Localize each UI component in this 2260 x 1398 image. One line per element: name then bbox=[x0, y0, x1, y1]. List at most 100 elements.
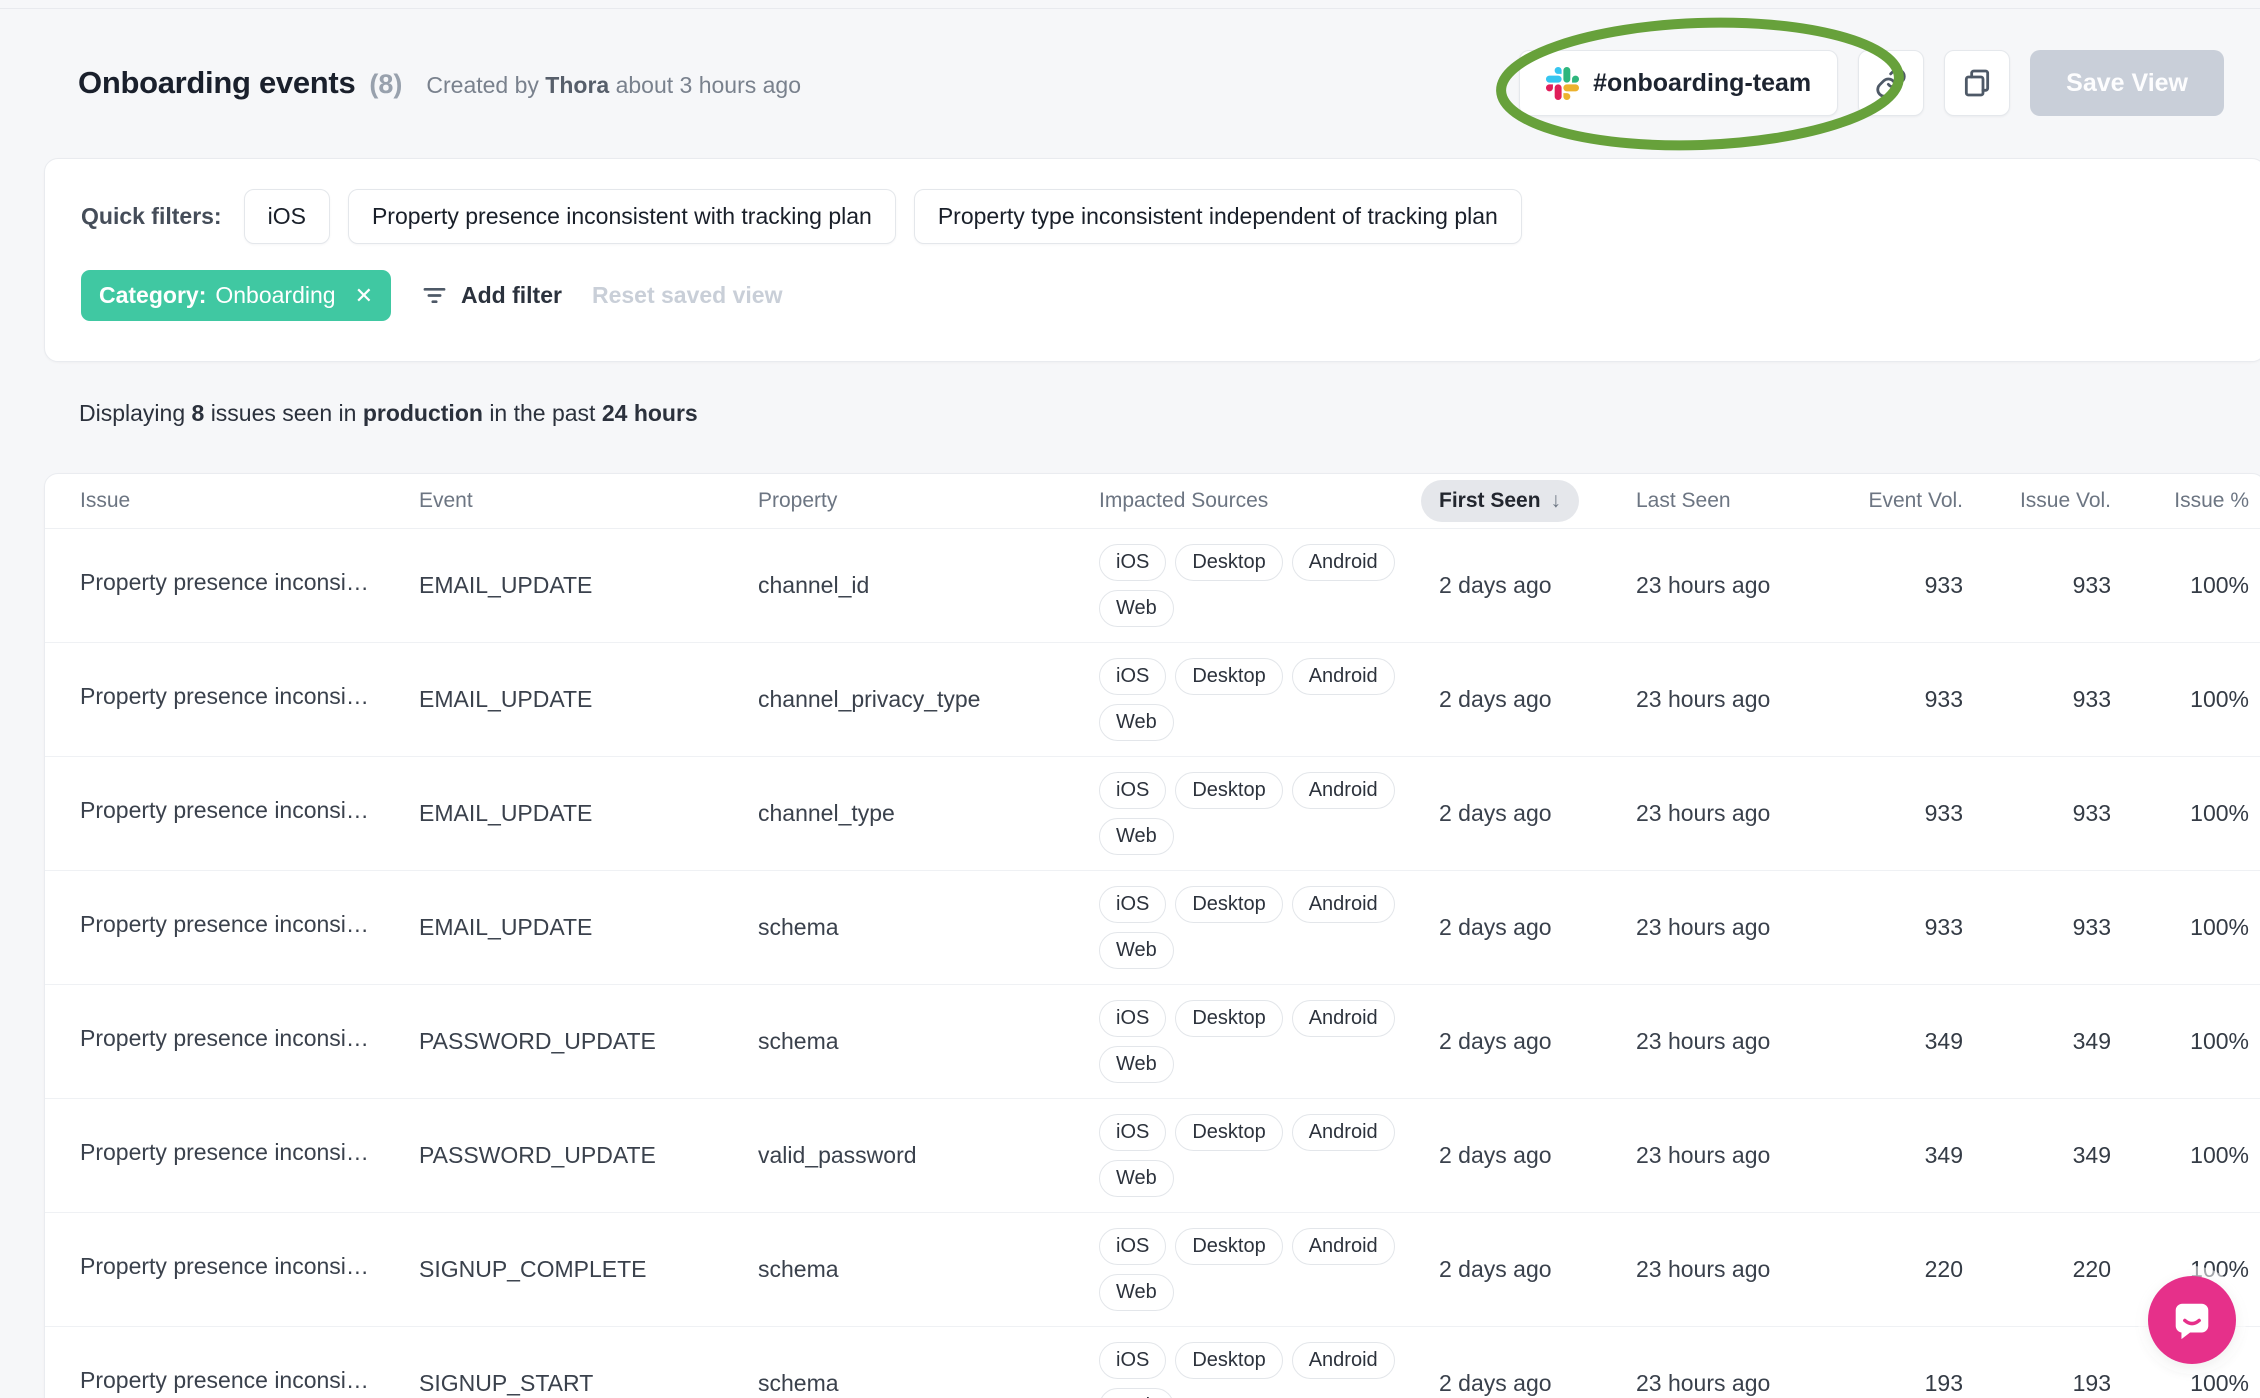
add-filter-label: Add filter bbox=[461, 282, 562, 308]
issue-vol-cell: 933 bbox=[1981, 869, 2129, 984]
created-by-name: Thora bbox=[545, 72, 610, 98]
source-pill: Web bbox=[1099, 703, 1174, 741]
issue-vol-cell: 193 bbox=[1981, 1325, 2129, 1398]
filters-card: Quick filters: iOS Property presence inc… bbox=[44, 158, 2260, 362]
column-header-property[interactable]: Property bbox=[758, 474, 1099, 529]
active-filters-row: Category: Onboarding ✕ Add filter Reset … bbox=[81, 270, 2229, 321]
property-cell: channel_privacy_type bbox=[758, 641, 1099, 756]
property-cell: valid_password bbox=[758, 1097, 1099, 1212]
source-pill: Web bbox=[1099, 1387, 1174, 1398]
property-cell: schema bbox=[758, 869, 1099, 984]
source-pill: Web bbox=[1099, 1273, 1174, 1311]
source-pill: iOS bbox=[1099, 1227, 1167, 1265]
event-cell: EMAIL_UPDATE bbox=[419, 571, 593, 598]
issue-pct-cell: 100% bbox=[2129, 983, 2260, 1098]
quick-filter-property-presence[interactable]: Property presence inconsistent with trac… bbox=[347, 189, 896, 244]
column-header-event-vol[interactable]: Event Vol. bbox=[1821, 474, 1981, 529]
impacted-sources-cell: iOSDesktopAndroid Web bbox=[1099, 755, 1439, 870]
created-by-time: about 3 hours ago bbox=[615, 72, 802, 98]
column-header-event[interactable]: Event bbox=[419, 474, 758, 529]
column-header-issue-vol[interactable]: Issue Vol. bbox=[1981, 474, 2129, 529]
category-filter-chip[interactable]: Category: Onboarding ✕ bbox=[81, 270, 391, 321]
event-cell: SIGNUP_COMPLETE bbox=[419, 1211, 758, 1326]
source-pill: Web bbox=[1099, 931, 1174, 969]
chat-bubble-icon bbox=[2175, 1303, 2209, 1340]
filter-lines-icon bbox=[423, 287, 446, 304]
event-cell: EMAIL_UPDATE bbox=[419, 641, 758, 756]
issue-row[interactable]: Property presence inconsi… EMAIL_UPDATE … bbox=[45, 528, 2260, 642]
issue-vol-cell: 933 bbox=[2072, 571, 2111, 598]
source-pill: iOS bbox=[1099, 543, 1167, 581]
quick-filters-label: Quick filters: bbox=[81, 203, 222, 229]
event-vol-cell: 933 bbox=[1924, 571, 1963, 598]
quick-filters-row: Quick filters: iOS Property presence inc… bbox=[81, 189, 2229, 244]
issue-row[interactable]: Property presence inconsi… SIGNUP_COMPLE… bbox=[45, 1211, 2260, 1326]
last-seen-cell: 23 hours ago bbox=[1636, 1097, 1821, 1212]
issue-cell: Property presence inconsi… bbox=[45, 755, 419, 870]
column-header-issue-pct[interactable]: Issue % bbox=[2129, 474, 2260, 529]
issue-cell: Property presence inconsi… bbox=[45, 869, 419, 984]
column-header-first-seen[interactable]: First Seen ↓ bbox=[1421, 474, 1636, 529]
issue-row[interactable]: Property presence inconsi… PASSWORD_UPDA… bbox=[45, 1097, 2260, 1212]
duplicate-view-button[interactable] bbox=[1944, 50, 2011, 116]
first-seen-cell: 2 days ago bbox=[1439, 571, 1552, 598]
source-pill: Desktop bbox=[1175, 543, 1283, 581]
last-seen-cell: 23 hours ago bbox=[1636, 1325, 1821, 1398]
reset-saved-view-button[interactable]: Reset saved view bbox=[592, 282, 783, 309]
source-pill: Android bbox=[1291, 1227, 1395, 1265]
summary-line: Displaying 8 issues seen in production i… bbox=[79, 400, 2260, 427]
issue-row[interactable]: Property presence inconsi… EMAIL_UPDATE … bbox=[45, 755, 2260, 870]
issue-row[interactable]: Property presence inconsi… SIGNUP_START … bbox=[45, 1325, 2260, 1398]
issues-table-body: Property presence inconsi… EMAIL_UPDATE … bbox=[45, 528, 2260, 1398]
column-header-issue[interactable]: Issue bbox=[45, 474, 419, 529]
add-filter-button[interactable]: Add filter bbox=[421, 282, 562, 309]
page-title: Onboarding events bbox=[78, 65, 356, 100]
source-pill: Android bbox=[1291, 1113, 1395, 1151]
source-pill: Android bbox=[1291, 657, 1395, 695]
impacted-sources-cell: iOSDesktopAndroid Web bbox=[1099, 869, 1439, 984]
source-pill: Android bbox=[1291, 1341, 1395, 1379]
issue-vol-cell: 220 bbox=[1981, 1211, 2129, 1326]
last-seen-cell: 23 hours ago bbox=[1636, 571, 1771, 598]
issue-pct-cell: 100% bbox=[2129, 1097, 2260, 1212]
property-cell: schema bbox=[758, 1211, 1099, 1326]
chip-value: Onboarding bbox=[215, 282, 336, 308]
copy-link-button[interactable] bbox=[1858, 50, 1925, 116]
column-header-impacted-sources[interactable]: Impacted Sources bbox=[1099, 474, 1439, 529]
close-icon[interactable]: ✕ bbox=[355, 284, 373, 307]
slack-channel-button[interactable]: #onboarding-team bbox=[1519, 50, 1839, 116]
issue-row[interactable]: Property presence inconsi… PASSWORD_UPDA… bbox=[45, 983, 2260, 1098]
source-pill: Android bbox=[1291, 885, 1395, 923]
quick-filter-property-type[interactable]: Property type inconsistent independent o… bbox=[913, 189, 1522, 244]
event-vol-cell: 933 bbox=[1821, 641, 1981, 756]
slack-channel-label: #onboarding-team bbox=[1593, 68, 1812, 97]
first-seen-sort-pill[interactable]: First Seen ↓ bbox=[1421, 479, 1580, 522]
save-view-button[interactable]: Save View bbox=[2030, 50, 2224, 116]
last-seen-cell: 23 hours ago bbox=[1636, 641, 1821, 756]
issue-cell: Property presence inconsi… bbox=[45, 1211, 419, 1326]
source-pill: Desktop bbox=[1175, 1341, 1283, 1379]
created-by-prefix: Created by bbox=[426, 72, 539, 98]
issue-cell: Property presence inconsi… bbox=[45, 1097, 419, 1212]
event-vol-cell: 933 bbox=[1821, 869, 1981, 984]
issue-row[interactable]: Property presence inconsi… EMAIL_UPDATE … bbox=[45, 641, 2260, 756]
issue-pct-cell: 100% bbox=[2190, 571, 2249, 598]
chat-launcher-button[interactable] bbox=[2148, 1276, 2236, 1364]
issue-cell: Property presence inconsi… bbox=[45, 983, 419, 1098]
first-seen-cell: 2 days ago bbox=[1439, 869, 1636, 984]
column-header-last-seen[interactable]: Last Seen bbox=[1636, 474, 1821, 529]
property-cell: schema bbox=[758, 983, 1099, 1098]
issue-count: (8) bbox=[369, 69, 403, 99]
link-icon bbox=[1876, 68, 1906, 98]
copy-icon bbox=[1965, 69, 1990, 97]
impacted-sources-cell: iOSDesktopAndroid Web bbox=[1099, 528, 1439, 642]
last-seen-cell: 23 hours ago bbox=[1636, 755, 1821, 870]
source-pill: iOS bbox=[1099, 885, 1167, 923]
source-pill: Desktop bbox=[1175, 999, 1283, 1037]
impacted-sources-cell: iOSDesktopAndroid Web bbox=[1099, 983, 1439, 1098]
last-seen-cell: 23 hours ago bbox=[1636, 869, 1821, 984]
issue-row[interactable]: Property presence inconsi… EMAIL_UPDATE … bbox=[45, 869, 2260, 984]
property-cell: channel_id bbox=[758, 571, 870, 598]
quick-filter-ios[interactable]: iOS bbox=[243, 189, 330, 244]
issue-vol-cell: 933 bbox=[1981, 641, 2129, 756]
